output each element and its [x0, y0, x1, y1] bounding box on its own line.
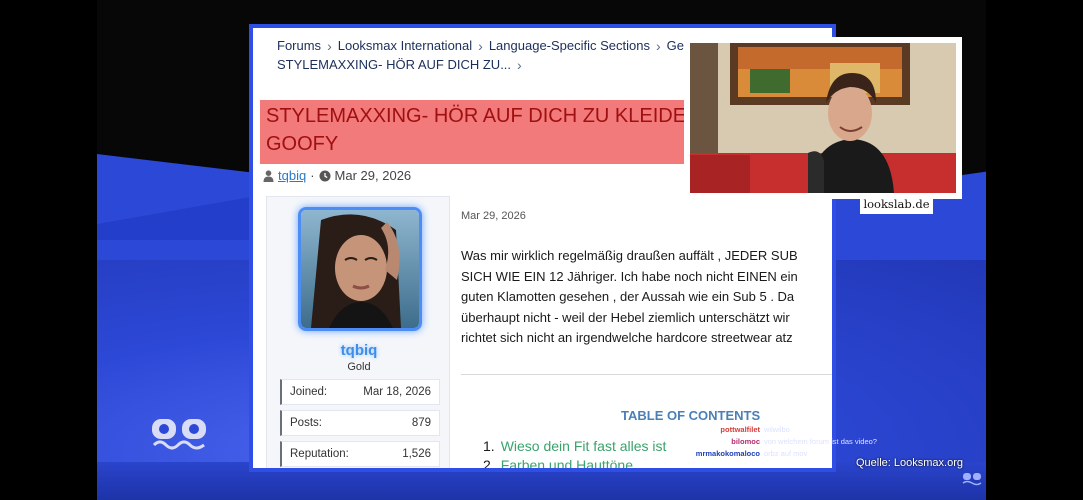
mask-logo-small-icon: [962, 473, 982, 486]
user-stats: Joined: Mar 18, 2026 Posts: 879 Reputati…: [280, 379, 440, 468]
clock-icon: [319, 170, 331, 181]
user-icon: [263, 169, 274, 182]
chat-text: orbz auf mov: [764, 449, 808, 458]
toc-number: 2.: [483, 457, 495, 472]
toc-list: 1. Wieso dein Fit fast alles ist 2. Farb…: [483, 438, 666, 472]
post-body: Was mir wirklich regelmäßig draußen auff…: [461, 246, 832, 349]
meta-separator: ·: [310, 168, 315, 183]
breadcrumb-thread[interactable]: STYLEMAXXING- HÖR AUF DICH ZU...: [277, 57, 511, 72]
stat-label: Joined:: [290, 386, 328, 398]
breadcrumb-forums[interactable]: Forums: [277, 38, 321, 53]
mask-logo-icon: [152, 419, 206, 450]
stat-label: Posts:: [290, 417, 322, 429]
divider: [461, 374, 832, 375]
webcam-label: lookslab.de: [860, 195, 933, 214]
chat-text: wilwilbo: [764, 425, 790, 434]
chat-message: pottwalfilet wilwilbo: [690, 424, 890, 436]
stat-value: 879: [411, 417, 431, 429]
post-line: Was mir wirklich regelmäßig draußen auff…: [461, 248, 798, 263]
thread-date[interactable]: Mar 29, 2026: [335, 168, 412, 183]
toc-number: 1.: [483, 438, 495, 454]
toc-link[interactable]: Wieso dein Fit fast alles ist: [501, 438, 667, 457]
stat-label: Reputation:: [290, 448, 349, 460]
source-credit: Quelle: Looksmax.org: [856, 457, 963, 469]
webcam-video: [690, 43, 956, 193]
stat-value: 1,526: [402, 448, 431, 460]
toc-item[interactable]: 1. Wieso dein Fit fast alles ist: [483, 438, 666, 457]
thread-author-link[interactable]: tqbiq: [278, 168, 306, 183]
chevron-right-icon: ›: [656, 37, 661, 54]
breadcrumb-looksmax-international[interactable]: Looksmax International: [338, 38, 472, 53]
post-line: richtet sich nicht an irgendwelche hardc…: [461, 330, 793, 345]
toc-title: TABLE OF CONTENTS: [621, 408, 761, 423]
chevron-right-icon: ›: [517, 56, 522, 73]
post-date[interactable]: Mar 29, 2026: [461, 210, 526, 222]
user-card: tqbiq Gold Joined: Mar 18, 2026 Posts: 8…: [266, 196, 451, 468]
thread-meta: tqbiq · Mar 29, 2026: [263, 168, 411, 183]
stat-reputation: Reputation: 1,526: [280, 441, 440, 467]
breadcrumb-language-sections[interactable]: Language-Specific Sections: [489, 38, 650, 53]
chat-username: bilomoc: [731, 437, 760, 446]
chat-text: von welchem forum ist das video?: [764, 437, 877, 446]
chevron-right-icon: ›: [327, 37, 332, 54]
post-line: SICH WIE EIN 12 Jähriger. Ich habe noch …: [461, 268, 798, 284]
stat-posts: Posts: 879: [280, 410, 440, 436]
post-line: überhaupt nicht - weil der Hebel ziemlic…: [461, 309, 790, 325]
streamer-image: [690, 43, 956, 193]
toc-link[interactable]: Farben und Hauttöne: [501, 457, 633, 468]
chat-overlay: pottwalfilet wilwilbo bilomoc von welche…: [690, 424, 890, 460]
avatar-image: [301, 210, 419, 328]
chevron-right-icon: ›: [478, 37, 483, 54]
stat-value: Mar 18, 2026: [363, 386, 431, 398]
webcam-overlay: [684, 37, 962, 199]
post-line: guten Klamotten gesehen , der Aussah wie…: [461, 289, 795, 304]
avatar[interactable]: [298, 207, 422, 331]
stat-joined: Joined: Mar 18, 2026: [280, 379, 440, 405]
user-role: Gold: [347, 361, 371, 373]
toc-item[interactable]: 2. Farben und Hauttöne: [483, 457, 666, 472]
chat-message: bilomoc von welchem forum ist das video?: [690, 436, 890, 448]
chat-username: mrmakokomaloco: [695, 449, 760, 458]
chat-username: pottwalfilet: [720, 425, 760, 434]
username[interactable]: tqbiq: [267, 342, 451, 359]
